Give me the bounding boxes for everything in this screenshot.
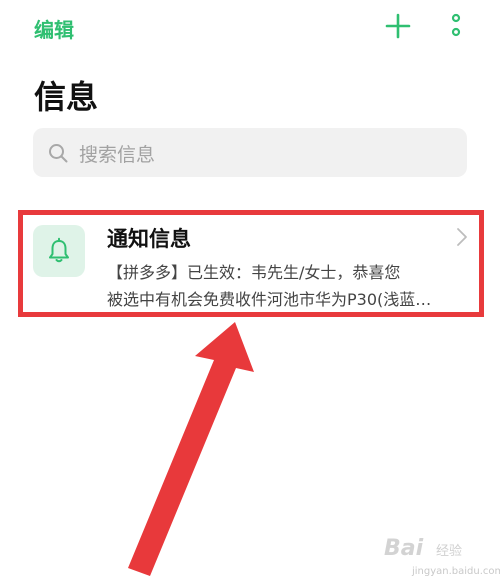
watermark-logo: Bai [384,536,424,561]
watermark-url: jingyan.baidu.com [412,566,500,577]
watermark-text: 经验 [436,544,463,559]
annotation-arrow [128,322,254,576]
